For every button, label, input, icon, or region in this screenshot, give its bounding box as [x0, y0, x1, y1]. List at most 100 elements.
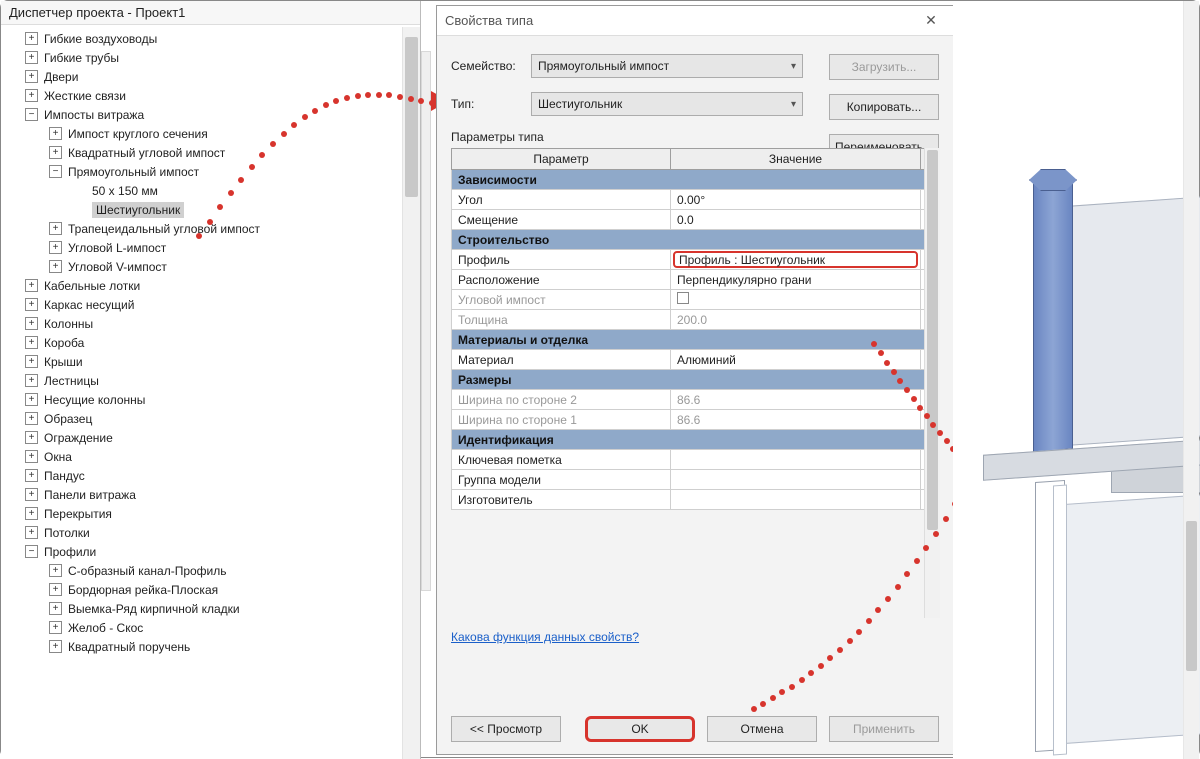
expand-icon[interactable]: + [25, 89, 38, 102]
expand-icon[interactable]: + [25, 32, 38, 45]
collapse-icon[interactable]: − [25, 108, 38, 121]
param-group-header[interactable]: Строительство⌃ [452, 230, 939, 250]
param-group-header[interactable]: Зависимости⌃ [452, 170, 939, 190]
help-link[interactable]: Какова функция данных свойств? [451, 630, 639, 644]
expand-icon[interactable]: + [49, 127, 62, 140]
tree-item[interactable]: +Пандус [7, 466, 402, 485]
tree-item[interactable]: +Несущие колонны [7, 390, 402, 409]
expand-icon[interactable]: + [25, 336, 38, 349]
param-row[interactable]: РасположениеПерпендикулярно грани [452, 270, 939, 290]
param-value[interactable] [671, 470, 921, 490]
tree-item[interactable]: Шестиугольник [7, 200, 402, 219]
tree-item[interactable]: +Кабельные лотки [7, 276, 402, 295]
expand-icon[interactable]: + [25, 412, 38, 425]
tree-item[interactable]: −Импосты витража [7, 105, 402, 124]
tree-item[interactable]: +Каркас несущий [7, 295, 402, 314]
apply-button[interactable]: Применить [829, 716, 939, 742]
copy-button[interactable]: Копировать... [829, 94, 939, 120]
ok-button[interactable]: OK [585, 716, 695, 742]
tree-item[interactable]: +Потолки [7, 523, 402, 542]
tree-item[interactable]: +Короба [7, 333, 402, 352]
param-row[interactable]: ПрофильПрофиль : Шестиугольник [452, 250, 939, 270]
expand-icon[interactable]: + [49, 241, 62, 254]
tree-item[interactable]: +Угловой V-импост [7, 257, 402, 276]
param-row[interactable]: Ширина по стороне 286.6 [452, 390, 939, 410]
expand-icon[interactable]: + [49, 640, 62, 653]
expand-icon[interactable]: + [49, 583, 62, 596]
expand-icon[interactable]: + [25, 507, 38, 520]
param-group-header[interactable]: Размеры⌃ [452, 370, 939, 390]
param-value[interactable]: 200.0 [671, 310, 921, 330]
expand-icon[interactable]: + [25, 279, 38, 292]
checkbox[interactable] [677, 292, 689, 304]
expand-icon[interactable]: + [25, 355, 38, 368]
param-value[interactable] [671, 450, 921, 470]
tree-item[interactable]: +Квадратный поручень [7, 637, 402, 656]
dialog-titlebar[interactable]: Свойства типа ✕ [437, 6, 953, 36]
collapse-icon[interactable]: − [25, 545, 38, 558]
param-row[interactable]: МатериалАлюминий [452, 350, 939, 370]
col-header-value[interactable]: Значение [671, 149, 921, 170]
param-value[interactable]: 0.00° [671, 190, 921, 210]
close-icon[interactable]: ✕ [917, 11, 945, 31]
viewport-scrollbar-thumb[interactable] [1186, 521, 1197, 671]
expand-icon[interactable]: + [49, 621, 62, 634]
param-value[interactable]: 0.0 [671, 210, 921, 230]
tree-item[interactable]: +Окна [7, 447, 402, 466]
tree-item[interactable]: +Выемка-Ряд кирпичной кладки [7, 599, 402, 618]
param-row[interactable]: Группа модели [452, 470, 939, 490]
param-row[interactable]: Ключевая пометка [452, 450, 939, 470]
expand-icon[interactable]: + [25, 526, 38, 539]
expand-icon[interactable]: + [49, 602, 62, 615]
tree-item[interactable]: 50 x 150 мм [7, 181, 402, 200]
tree-item[interactable]: +Угловой L-импост [7, 238, 402, 257]
expand-icon[interactable]: + [25, 317, 38, 330]
param-row[interactable]: Изготовитель [452, 490, 939, 510]
param-row[interactable]: Ширина по стороне 186.6 [452, 410, 939, 430]
tree-item[interactable]: +Гибкие трубы [7, 48, 402, 67]
tree-item[interactable]: +Ограждение [7, 428, 402, 447]
panel-splitter[interactable] [421, 51, 431, 591]
param-value[interactable] [671, 290, 921, 310]
param-group-header[interactable]: Идентификация⌃ [452, 430, 939, 450]
param-value[interactable]: 86.6 [671, 390, 921, 410]
expand-icon[interactable]: + [49, 222, 62, 235]
expand-icon[interactable]: + [25, 298, 38, 311]
param-row[interactable]: Толщина200.0 [452, 310, 939, 330]
param-row[interactable]: Смещение0.0 [452, 210, 939, 230]
param-value[interactable] [671, 490, 921, 510]
expand-icon[interactable]: + [49, 260, 62, 273]
param-value[interactable]: Профиль : Шестиугольник [671, 250, 921, 270]
expand-icon[interactable]: + [25, 488, 38, 501]
preview-button[interactable]: << Просмотр [451, 716, 561, 742]
expand-icon[interactable]: + [25, 469, 38, 482]
tree-item[interactable]: +Лестницы [7, 371, 402, 390]
tree-item[interactable]: +Перекрытия [7, 504, 402, 523]
param-value[interactable]: Алюминий [671, 350, 921, 370]
tree-item[interactable]: −Профили [7, 542, 402, 561]
expand-icon[interactable]: + [25, 374, 38, 387]
load-button[interactable]: Загрузить... [829, 54, 939, 80]
param-row[interactable]: Угол0.00° [452, 190, 939, 210]
browser-scrollbar-thumb[interactable] [405, 37, 418, 197]
tree-item[interactable]: +Квадратный угловой импост [7, 143, 402, 162]
expand-icon[interactable]: + [25, 450, 38, 463]
tree-item[interactable]: +Гибкие воздуховоды [7, 29, 402, 48]
param-value[interactable]: Перпендикулярно грани [671, 270, 921, 290]
tree-item[interactable]: +Панели витража [7, 485, 402, 504]
tree-item[interactable]: +Крыши [7, 352, 402, 371]
viewport[interactable] [953, 1, 1199, 759]
cancel-button[interactable]: Отмена [707, 716, 817, 742]
tree-item[interactable]: +C-образный канал-Профиль [7, 561, 402, 580]
table-scrollbar[interactable] [924, 148, 940, 618]
tree-item[interactable]: −Прямоугольный импост [7, 162, 402, 181]
collapse-icon[interactable]: − [49, 165, 62, 178]
tree-item[interactable]: +Образец [7, 409, 402, 428]
tree-item[interactable]: +Двери [7, 67, 402, 86]
table-scrollbar-thumb[interactable] [927, 150, 938, 530]
param-value[interactable]: 86.6 [671, 410, 921, 430]
tree-item[interactable]: +Бордюрная рейка-Плоская [7, 580, 402, 599]
param-group-header[interactable]: Материалы и отделка⌃ [452, 330, 939, 350]
col-header-param[interactable]: Параметр [452, 149, 671, 170]
tree-item[interactable]: +Желоб - Скос [7, 618, 402, 637]
